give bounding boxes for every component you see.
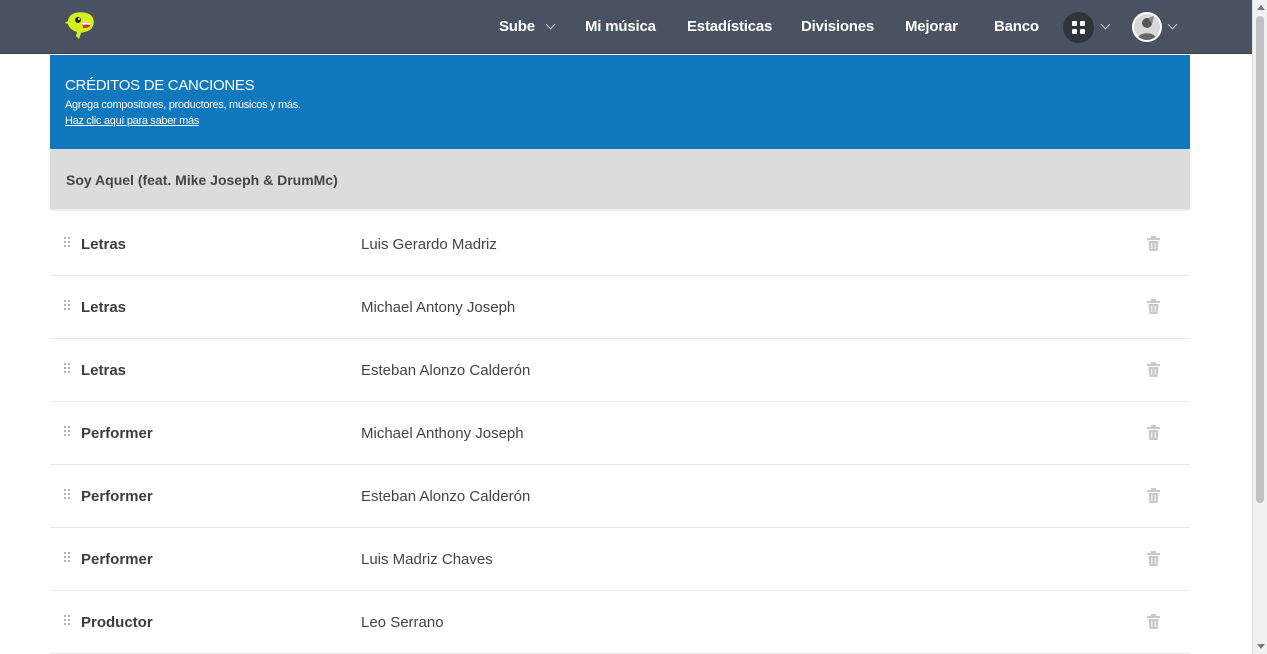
- credits-list: Letras Luis Gerardo Madriz Letras Michae…: [50, 213, 1190, 654]
- nav-mi-musica-label: Mi música: [585, 18, 656, 35]
- credit-name: Luis Madriz Chaves: [361, 551, 493, 568]
- credit-row: Letras Esteban Alonzo Calderón: [50, 339, 1190, 402]
- nav-banco[interactable]: Banco: [994, 0, 1039, 54]
- drag-handle-icon[interactable]: [64, 615, 70, 627]
- credit-row: Letras Luis Gerardo Madriz: [50, 213, 1190, 276]
- credit-row: Performer Luis Madriz Chaves: [50, 528, 1190, 591]
- song-header: Soy Aquel (feat. Mike Joseph & DrumMc): [50, 149, 1190, 211]
- nav-sube[interactable]: Sube: [499, 0, 556, 54]
- page-scrollbar[interactable]: [1252, 0, 1267, 654]
- scrollbar-thumb[interactable]: [1256, 16, 1264, 503]
- nav-estadisticas[interactable]: Estadísticas: [687, 0, 772, 54]
- top-nav-bar: Sube Mi música Estadísticas Divisiones M…: [0, 0, 1252, 54]
- drag-handle-icon[interactable]: [64, 237, 70, 249]
- credit-name: Esteban Alonzo Calderón: [361, 362, 531, 379]
- credit-row: Letras Michael Antony Joseph: [50, 276, 1190, 339]
- credit-row: Productor Leo Serrano: [50, 591, 1190, 654]
- credit-name: Esteban Alonzo Calderón: [361, 488, 531, 505]
- chevron-down-icon: [1100, 19, 1111, 30]
- credit-role: Letras: [81, 362, 127, 379]
- nav-banco-label: Banco: [994, 18, 1039, 35]
- scroll-up-arrow-icon[interactable]: [1257, 5, 1265, 10]
- trash-icon[interactable]: [1147, 614, 1160, 629]
- nav-mi-musica[interactable]: Mi música: [585, 0, 656, 54]
- credit-role: Performer: [81, 488, 153, 505]
- scroll-down-arrow-icon[interactable]: [1257, 644, 1265, 649]
- nav-mejorar-label: Mejorar: [905, 18, 958, 35]
- trash-icon[interactable]: [1147, 551, 1160, 566]
- credit-name: Michael Anthony Joseph: [361, 425, 524, 442]
- banner-subtitle: Agrega compositores, productores, músico…: [65, 99, 301, 111]
- trash-icon[interactable]: [1147, 488, 1160, 503]
- chevron-down-icon: [545, 19, 556, 30]
- trash-icon[interactable]: [1147, 299, 1160, 314]
- trash-icon[interactable]: [1147, 362, 1160, 377]
- song-credits-banner: CRÉDITOS DE CANCIONES Agrega compositore…: [50, 55, 1190, 149]
- nav-divisiones[interactable]: Divisiones: [801, 0, 874, 54]
- drag-handle-icon[interactable]: [64, 489, 70, 501]
- credit-row: Performer Michael Anthony Joseph: [50, 402, 1190, 465]
- user-avatar[interactable]: [1132, 12, 1162, 42]
- apps-grid-button[interactable]: [1063, 12, 1094, 43]
- nav-estadisticas-label: Estadísticas: [687, 18, 773, 35]
- credit-role: Letras: [81, 299, 127, 316]
- trash-icon[interactable]: [1147, 425, 1160, 440]
- credit-role: Productor: [81, 614, 153, 631]
- chevron-down-icon: [1167, 19, 1178, 30]
- nav-sube-label: Sube: [499, 18, 535, 35]
- credit-name: Luis Gerardo Madriz: [361, 236, 497, 253]
- trash-icon[interactable]: [1147, 236, 1160, 251]
- song-title: Soy Aquel (feat. Mike Joseph & DrumMc): [66, 172, 338, 188]
- learn-more-link[interactable]: Haz clic aquí para saber más: [65, 115, 199, 127]
- credit-role: Performer: [81, 425, 153, 442]
- avatar-image: [1134, 14, 1160, 40]
- nav-divisiones-label: Divisiones: [801, 18, 875, 35]
- drag-handle-icon[interactable]: [64, 363, 70, 375]
- nav-mejorar[interactable]: Mejorar: [905, 0, 958, 54]
- drag-handle-icon[interactable]: [64, 300, 70, 312]
- credit-role: Letras: [81, 236, 127, 253]
- credit-role: Performer: [81, 551, 153, 568]
- drag-handle-icon[interactable]: [64, 552, 70, 564]
- apps-menu-chevron[interactable]: [1100, 0, 1111, 54]
- drag-handle-icon[interactable]: [64, 426, 70, 438]
- credit-name: Leo Serrano: [361, 614, 444, 631]
- mascot-logo-icon[interactable]: [64, 10, 98, 44]
- credit-name: Michael Antony Joseph: [361, 299, 516, 316]
- banner-title: CRÉDITOS DE CANCIONES: [65, 77, 255, 94]
- user-menu-chevron[interactable]: [1167, 0, 1178, 54]
- apps-grid-icon: [1072, 21, 1077, 26]
- credit-row: Performer Esteban Alonzo Calderón: [50, 465, 1190, 528]
